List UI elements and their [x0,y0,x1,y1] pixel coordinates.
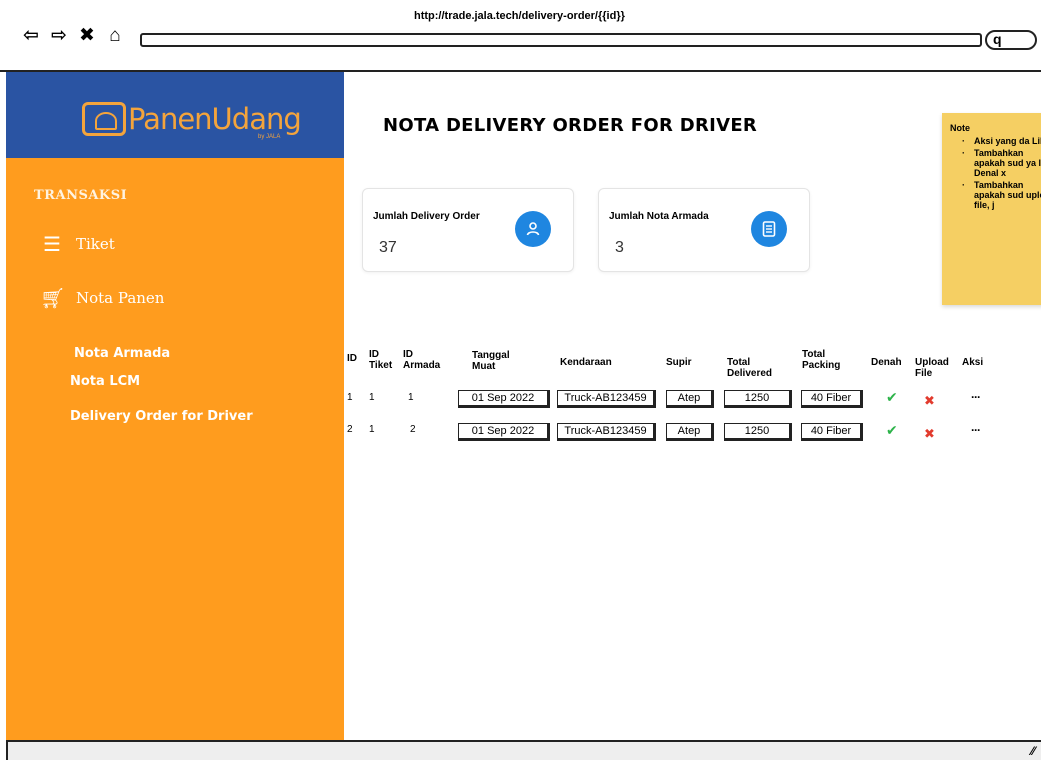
resize-handle-icon[interactable]: ⁄⁄ [1031,744,1035,758]
note-list: Aksi yang da Lihat Tambahkan apakah sud … [950,136,1041,210]
check-icon: ✔ [886,422,898,438]
card-value: 3 [615,239,624,256]
close-icon[interactable]: ✖ [76,26,98,46]
more-actions-icon[interactable]: ··· [971,390,981,404]
cell-kendaraan[interactable]: Truck-AB123459 [557,423,656,441]
sidebar-item-nota-panen[interactable]: 🛒︎ Nota Panen [40,286,164,310]
more-actions-icon[interactable]: ··· [971,423,981,437]
cell-total-delivered[interactable]: 1250 [724,390,792,408]
address-bar[interactable] [140,33,982,47]
stat-card-delivery-order: Jumlah Delivery Order 37 [362,188,574,272]
sidebar-subitem-nota-lcm[interactable]: Nota LCM [70,374,140,389]
col-header-aksi: Aksi [962,357,984,368]
sidebar-subitem-nota-armada[interactable]: Nota Armada [74,346,170,361]
col-header-denah: Denah [871,357,902,368]
browser-search-button[interactable]: q [985,30,1037,50]
url-text: http://trade.jala.tech/delivery-order/{{… [414,10,625,22]
home-icon[interactable]: ⌂ [104,26,126,46]
col-header-total-packing: Total Packing [802,349,841,371]
col-header-upload-file: Upload File [915,357,949,379]
check-icon: ✔ [886,389,898,405]
cell-supir[interactable]: Atep [666,390,714,408]
cell-id: 1 [347,392,353,403]
brand-sub: by JALA [258,134,281,140]
cell-supir[interactable]: Atep [666,423,714,441]
stat-card-nota-armada: Jumlah Nota Armada 3 [598,188,810,272]
ticket-icon: ☰ [43,232,61,256]
cross-icon: ✖ [924,426,935,441]
browser-chrome: http://trade.jala.tech/delivery-order/{{… [0,0,1041,72]
browser-status-bar: ⁄⁄ [6,740,1041,760]
sidebar-subitem-delivery-order[interactable]: Delivery Order for Driver [70,409,253,424]
cell-kendaraan[interactable]: Truck-AB123459 [557,390,656,408]
sidebar-item-label: Nota Panen [76,289,165,307]
col-header-tanggal-muat: Tanggal Muat [472,350,510,372]
cell-tanggal-muat[interactable]: 01 Sep 2022 [458,423,550,441]
cell-tanggal-muat[interactable]: 01 Sep 2022 [458,390,550,408]
sidebar-item-label: Tiket [76,235,115,253]
cell-id: 2 [347,424,353,435]
document-icon [751,211,787,247]
col-header-id-armada: ID Armada [403,349,441,371]
cell-id-tiket: 1 [369,424,375,435]
card-label: Jumlah Delivery Order [373,211,480,222]
cell-id-tiket: 1 [369,392,375,403]
search-icon: q [993,31,1002,47]
cell-total-delivered[interactable]: 1250 [724,423,792,441]
note-item: Tambahkan apakah sud ya list Denal x [962,148,1041,178]
col-header-id: ID [347,353,357,364]
col-header-supir: Supir [666,357,692,368]
person-icon [515,211,551,247]
back-icon[interactable]: ⇦ [20,26,42,46]
col-header-id-tiket: ID Tiket [369,349,393,371]
page-title: NOTA DELIVERY ORDER FOR DRIVER [383,115,758,136]
card-value: 37 [379,239,397,256]
section-title-transaksi: TRANSAKSI [34,188,128,203]
sidebar-item-tiket[interactable]: ☰ Tiket [40,232,115,256]
logo-icon [82,102,126,136]
cell-total-packing[interactable]: 40 Fiber [801,423,863,441]
cart-icon: 🛒︎ [40,286,66,310]
cell-id-armada: 1 [408,392,414,403]
brand-bar: PanenUdang by JALA [6,72,344,158]
sticky-note: Note Aksi yang da Lihat Tambahkan apakah… [942,113,1041,305]
note-item: Aksi yang da Lihat [962,136,1041,146]
note-item: Tambahkan apakah sud upload file, j [962,180,1041,210]
sidebar: PanenUdang by JALA TRANSAKSI ☰ Tiket 🛒︎ … [6,72,344,740]
cell-total-packing[interactable]: 40 Fiber [801,390,863,408]
cell-id-armada: 2 [410,424,416,435]
browser-nav: ⇦ ⇨ ✖ ⌂ [20,26,126,46]
col-header-kendaraan: Kendaraan [560,357,612,368]
cross-icon: ✖ [924,393,935,408]
note-title: Note [950,123,970,133]
forward-icon[interactable]: ⇨ [48,26,70,46]
card-label: Jumlah Nota Armada [609,211,709,222]
col-header-total-delivered: Total Delivered [727,357,773,379]
brand-name: PanenUdang [128,102,302,136]
